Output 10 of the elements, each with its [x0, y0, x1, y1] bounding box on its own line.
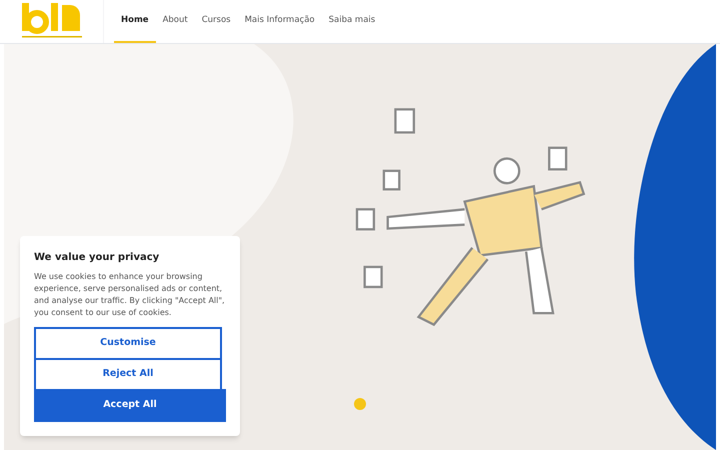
option-button[interactable]: Reject All: [34, 358, 222, 391]
logo-drawing[interactable]: [20, 2, 84, 40]
nav-link[interactable]: Mais Informação: [238, 0, 322, 43]
accept-button[interactable]: Accept All: [34, 389, 226, 422]
cookie-text: We use cookies to enhance your browsing experience, serve personalised ads or content, and analyse our traffic. By clicking "Accept All", you consent to our use of cookies.: [34, 271, 226, 319]
nav-link[interactable]: Saiba mais: [322, 0, 382, 43]
option-button[interactable]: Customise: [34, 327, 222, 360]
nav-link[interactable]: Cursos: [194, 0, 238, 43]
nav-link[interactable]: About: [156, 0, 195, 43]
cookie-title: We value your privacy: [34, 251, 160, 265]
